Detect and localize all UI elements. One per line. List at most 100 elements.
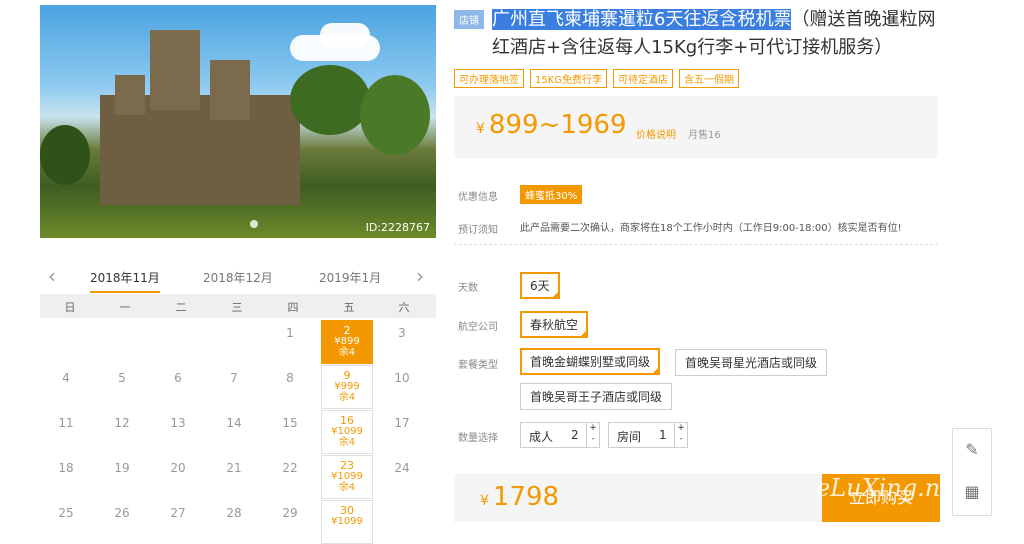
photo-id: ID:2228767 — [365, 221, 430, 234]
prev-month-icon[interactable]: ‹ — [48, 264, 56, 288]
calendar-day: 22 — [265, 455, 315, 497]
adults-label: 成人 — [529, 430, 554, 444]
calendar-day-stock: 余4 — [338, 347, 356, 358]
days-label: 天数 — [458, 283, 478, 294]
shop-badge: 店铺 — [454, 10, 484, 29]
calendar-day-price: ¥1099 — [331, 516, 363, 527]
promo-badge: 蜂蜜抵30% — [520, 185, 583, 204]
notice-label: 预订须知 — [458, 225, 498, 236]
days-option[interactable]: 6天 — [520, 272, 560, 299]
calendar-day-number: 20 — [170, 461, 186, 475]
calendar-day: 1 — [265, 320, 315, 362]
calendar-day: 28 — [209, 500, 259, 542]
calendar-day-number: 9 — [343, 369, 351, 382]
calendar-day: 11 — [41, 410, 91, 452]
rooms-stepper[interactable]: 房间 1 + - — [608, 422, 688, 448]
calendar-day-number: 12 — [114, 416, 130, 430]
calendar-day-number: 14 — [226, 416, 242, 430]
product-title: 广州直飞柬埔寨暹粒6天往返含税机票（赠送首晚暹粒网红酒店+含往返每人15Kg行李… — [492, 6, 952, 62]
calendar-day-number: 29 — [282, 506, 298, 520]
calendar-day[interactable]: 23 ¥1099 余4 — [321, 455, 373, 499]
package-label: 套餐类型 — [458, 360, 498, 371]
calendar-day-number: 4 — [62, 371, 70, 385]
price-box: ¥899~1969 价格说明 月售16 — [454, 96, 938, 158]
calendar-day: 17 — [377, 410, 427, 452]
calendar-day-stock: 余4 — [338, 482, 356, 493]
airline-option[interactable]: 春秋航空 — [520, 311, 589, 338]
weekday: 三 — [231, 301, 243, 314]
calendar-day-number: 30 — [340, 504, 354, 517]
calendar-day: 15 — [265, 410, 315, 452]
watermark-logo: eLuXing.net — [816, 474, 965, 502]
calendar-day-stock: 余4 — [338, 437, 356, 448]
adults-stepper[interactable]: 成人 2 + - — [520, 422, 600, 448]
calendar-day-number: 22 — [282, 461, 298, 475]
calendar-day-price: ¥1099 — [331, 426, 363, 437]
calendar-day-number: 26 — [114, 506, 130, 520]
calendar-weekday-header: 日 一 二 三 四 五 六 — [40, 294, 436, 318]
calendar-day[interactable]: 2 ¥899 余4 — [321, 320, 373, 364]
price-explain-link[interactable]: 价格说明 — [636, 126, 676, 141]
weekday: 五 — [343, 301, 355, 314]
calendar-day-number: 13 — [170, 416, 186, 430]
calendar-day: 14 — [209, 410, 259, 452]
calendar-day-number: 18 — [58, 461, 74, 475]
package-option-1[interactable]: 首晚金蝴蝶别墅或同级 — [520, 348, 661, 375]
calendar-day[interactable]: 9 ¥999 余4 — [321, 365, 373, 409]
edit-icon[interactable]: ✎ — [953, 429, 991, 471]
product-photo[interactable]: ID:2228767 — [40, 5, 436, 238]
calendar-day[interactable]: 16 ¥1099 余4 — [321, 410, 373, 454]
package-option-3[interactable]: 首晚吴哥王子酒店或同级 — [520, 383, 673, 410]
rooms-stepper-buttons[interactable]: + - — [674, 423, 687, 447]
calendar-day-number: 8 — [286, 371, 294, 385]
calendar-day: 7 — [209, 365, 259, 407]
total-price: ¥1798 — [480, 482, 560, 512]
carousel-dot[interactable] — [250, 220, 258, 228]
calendar-day: 8 — [265, 365, 315, 407]
calendar-day-number: 10 — [394, 371, 410, 385]
calendar-day-price: ¥1099 — [331, 471, 363, 482]
feature-tags: 可办理落地签 15KG免费行李 可待定酒店 含五一假期 — [454, 68, 745, 88]
notice-text: 此产品需要二次确认，商家将在18个工作小时内（工作日9:00-18:00）核实是… — [520, 223, 902, 234]
tag: 15KG免费行李 — [530, 69, 608, 88]
calendar-day-number: 6 — [174, 371, 182, 385]
adults-stepper-buttons[interactable]: + - — [586, 423, 599, 447]
next-month-icon[interactable]: › — [416, 264, 424, 288]
calendar-day: 27 — [153, 500, 203, 542]
calendar-day: 29 — [265, 500, 315, 542]
calendar-day-number: 28 — [226, 506, 242, 520]
title-highlight: 广州直飞柬埔寨暹粒6天往返含税机票 — [492, 9, 792, 30]
calendar-day-number: 19 — [114, 461, 130, 475]
calendar-day: 25 — [41, 500, 91, 542]
calendar-day-number: 25 — [58, 506, 74, 520]
qr-code-icon[interactable]: ▦ — [953, 471, 991, 513]
side-toolbar: ✎ ▦ — [952, 428, 992, 516]
calendar-day-number: 15 — [282, 416, 298, 430]
weekday: 二 — [175, 301, 187, 314]
adults-value[interactable]: 2 — [571, 428, 579, 442]
airline-label: 航空公司 — [458, 322, 498, 333]
calendar-day: 20 — [153, 455, 203, 497]
quantity-label: 数量选择 — [458, 433, 498, 444]
calendar-day: 13 — [153, 410, 203, 452]
monthly-sales: 月售16 — [688, 130, 721, 141]
calendar-day-number: 3 — [398, 326, 406, 340]
calendar-day-number: 16 — [340, 414, 354, 427]
rooms-value[interactable]: 1 — [659, 428, 667, 442]
month-tab-2[interactable]: 2018年12月 — [203, 269, 273, 286]
calendar-day-number: 5 — [118, 371, 126, 385]
package-option-2[interactable]: 首晚吴哥星光酒店或同级 — [675, 349, 828, 376]
calendar-day[interactable]: 30 ¥1099 — [321, 500, 373, 544]
calendar-day-number: 7 — [230, 371, 238, 385]
calendar-day: 12 — [97, 410, 147, 452]
calendar-day-number: 11 — [58, 416, 74, 430]
calendar-day: 24 — [377, 455, 427, 497]
calendar-day: 3 — [377, 320, 427, 362]
calendar-day-price: ¥999 — [334, 381, 360, 392]
calendar-day-number: 2 — [343, 324, 351, 337]
weekday: 四 — [287, 301, 299, 314]
calendar-day: 21 — [209, 455, 259, 497]
rooms-label: 房间 — [617, 430, 642, 444]
month-tab-3[interactable]: 2019年1月 — [319, 269, 381, 286]
month-tab-1[interactable]: 2018年11月 — [90, 269, 160, 293]
